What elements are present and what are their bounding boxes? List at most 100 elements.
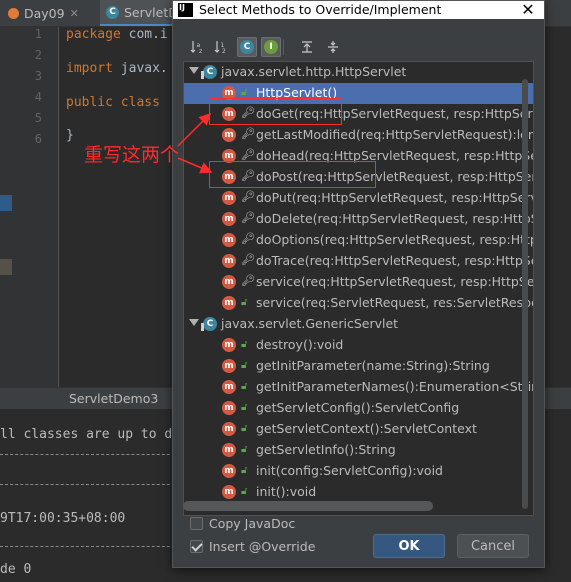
sort-visibility-icon[interactable]: 12: [211, 37, 231, 57]
close-icon[interactable]: ✕: [70, 7, 79, 20]
copy-javadoc-option[interactable]: Copy JavaDoc: [190, 516, 295, 531]
protected-access-icon: 🔑︎: [241, 274, 255, 287]
insert-override-label: Insert @Override: [209, 539, 316, 554]
line-number-gutter: 1 2 3 4 5 6: [12, 27, 59, 407]
line-number: 2: [34, 48, 42, 62]
public-access-icon: 🔓︎: [241, 486, 248, 497]
method-row-getservletcontext[interactable]: m 🔓︎ getServletContext():ServletContext: [184, 419, 533, 440]
code-line: }: [66, 128, 74, 143]
method-label: getInitParameter(name:String):String: [256, 358, 490, 373]
protected-access-icon: 🔑︎: [241, 232, 255, 245]
method-label: service(req:ServletRequest, res:ServletR…: [256, 295, 534, 310]
method-label: doTrace(req:HttpServletRequest, resp:Htt…: [256, 253, 534, 268]
public-access-icon: 🔓︎: [241, 444, 248, 455]
method-row-service-http[interactable]: m 🔑︎ service(req:HttpServletRequest, resp…: [184, 272, 533, 293]
public-access-icon: 🔓︎: [241, 360, 248, 371]
method-row-init-config[interactable]: m 🔓︎ init(config:ServletConfig):void: [184, 461, 533, 482]
method-row-doput[interactable]: m 🔑︎ doPut(req:HttpServletRequest, resp:H…: [184, 188, 533, 209]
group-label: javax.servlet.GenericServlet: [221, 316, 399, 331]
method-icon: m: [222, 401, 236, 415]
ok-button[interactable]: OK: [373, 534, 445, 558]
svg-text:2: 2: [222, 48, 226, 54]
protected-access-icon: 🔑︎: [241, 148, 255, 161]
copy-javadoc-label: Copy JavaDoc: [209, 516, 296, 531]
expand-all-icon[interactable]: [297, 37, 317, 57]
chevron-down-icon[interactable]: [189, 319, 199, 326]
protected-access-icon: 🔑︎: [241, 190, 255, 203]
method-label: getServletConfig():ServletConfig: [256, 400, 460, 415]
console-divider: [0, 484, 180, 485]
class-icon: C: [201, 65, 217, 79]
highlight-box-doget: [209, 98, 342, 125]
svg-text:z: z: [199, 48, 202, 54]
collapse-all-icon[interactable]: [323, 37, 343, 57]
method-icon: m: [222, 275, 236, 289]
horizontal-scrollbar[interactable]: [183, 501, 433, 511]
method-row-init[interactable]: m 🔓︎ init():void: [184, 482, 533, 503]
method-icon: m: [222, 422, 236, 436]
method-icon: m: [222, 380, 236, 394]
protected-access-icon: 🔑︎: [241, 211, 255, 224]
console-line: ll classes are up to d: [0, 427, 173, 442]
method-label: getLastModified(req:HttpServletRequest):…: [256, 127, 534, 142]
tab-label: ServletD: [124, 4, 178, 20]
toolbar-separator: [283, 39, 284, 55]
method-icon: m: [222, 296, 236, 310]
dialog-title: Select Methods to Override/Implement: [199, 2, 442, 17]
vertical-scrollbar[interactable]: [522, 79, 528, 509]
method-label: getInitParameterNames():Enumeration<Stri…: [256, 379, 534, 394]
method-row-destroy[interactable]: m 🔓︎ destroy():void: [184, 335, 533, 356]
show-classes-icon[interactable]: C: [237, 37, 257, 57]
methods-tree[interactable]: C javax.servlet.http.HttpServlet m 🔓︎ Htt…: [183, 61, 534, 516]
copy-javadoc-checkbox[interactable]: [190, 517, 203, 530]
public-access-icon: 🔓︎: [241, 87, 248, 98]
method-row-dodelete[interactable]: m 🔑︎ doDelete(req:HttpServletRequest, res…: [184, 209, 533, 230]
method-row-getlastmodified[interactable]: m 🔑︎ getLastModified(req:HttpServletReque…: [184, 125, 533, 146]
method-icon: m: [222, 212, 236, 226]
cancel-button[interactable]: Cancel: [457, 534, 529, 558]
console-divider: [0, 454, 180, 455]
method-label: destroy():void: [256, 337, 344, 352]
tab-day09[interactable]: Day09 ✕: [2, 0, 85, 26]
method-label: service(req:HttpServletRequest, resp:Htt…: [256, 274, 534, 289]
strip-marker: [0, 259, 12, 275]
class-icon: C: [106, 5, 119, 19]
close-button[interactable]: ✕: [513, 1, 543, 19]
intellij-logo-icon: IJ: [178, 3, 193, 17]
method-label: doOptions(req:HttpServletRequest, resp:H…: [256, 232, 534, 247]
show-interfaces-icon[interactable]: I: [261, 37, 281, 57]
line-number: 6: [34, 132, 42, 146]
method-row-getservletconfig[interactable]: m 🔓︎ getServletConfig():ServletConfig: [184, 398, 533, 419]
method-row-dooptions[interactable]: m 🔑︎ doOptions(req:HttpServletRequest, re…: [184, 230, 533, 251]
chevron-down-icon[interactable]: [189, 67, 199, 74]
insert-override-checkbox[interactable]: [190, 540, 203, 553]
line-number: 1: [34, 27, 42, 41]
class-icon: C: [201, 317, 217, 331]
sort-alpha-icon[interactable]: az: [187, 37, 207, 57]
java-module-icon: [8, 7, 19, 19]
method-icon: m: [222, 254, 236, 268]
code-line: package com.i: [66, 27, 168, 42]
method-row-getinitparameternames[interactable]: m 🔓︎ getInitParameterNames():Enumeration<…: [184, 377, 533, 398]
tree-group-httpservlet[interactable]: C javax.servlet.http.HttpServlet: [184, 62, 533, 83]
insert-override-option[interactable]: Insert @Override: [190, 539, 315, 554]
method-label: getServletContext():ServletContext: [256, 421, 477, 436]
method-icon: m: [222, 464, 236, 478]
strip-marker: [0, 195, 12, 211]
method-icon: m: [222, 191, 236, 205]
console-divider: [0, 546, 180, 547]
public-access-icon: 🔓︎: [241, 402, 248, 413]
method-icon: m: [222, 443, 236, 457]
method-row-getinitparameter[interactable]: m 🔓︎ getInitParameter(name:String):String: [184, 356, 533, 377]
method-row-service-generic[interactable]: m 🔓︎ service(req:ServletRequest, res:Serv…: [184, 293, 533, 314]
method-row-dotrace[interactable]: m 🔑︎ doTrace(req:HttpServletRequest, resp…: [184, 251, 533, 272]
protected-access-icon: 🔑︎: [241, 253, 255, 266]
file-name: ServletDemo3: [69, 391, 159, 406]
public-access-icon: 🔓︎: [241, 381, 248, 392]
method-row-getservletinfo[interactable]: m 🔓︎ getServletInfo():String: [184, 440, 533, 461]
tree-group-genericservlet[interactable]: C javax.servlet.GenericServlet: [184, 314, 533, 335]
highlight-box-dopost: [209, 161, 376, 188]
tool-window-strip: [0, 27, 12, 407]
method-label: init(config:ServletConfig):void: [256, 463, 443, 478]
dialog-titlebar[interactable]: IJ Select Methods to Override/Implement …: [173, 1, 544, 19]
